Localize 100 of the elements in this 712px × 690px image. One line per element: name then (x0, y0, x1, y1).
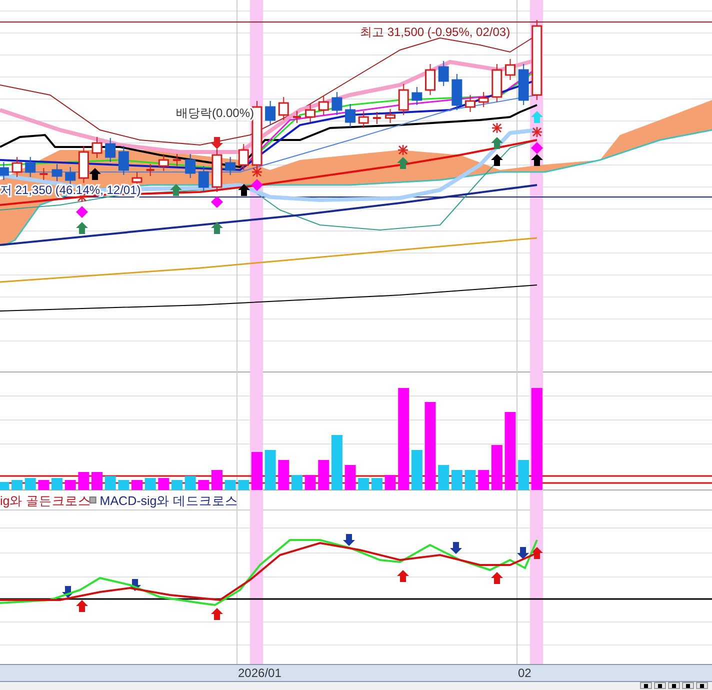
candlestick (438, 60, 449, 86)
candlestick (40, 168, 48, 180)
candlestick (225, 156, 236, 176)
volume-bar (438, 465, 450, 490)
square-icon (699, 684, 705, 688)
up-arrow-icon (211, 608, 223, 620)
candlestick (452, 74, 462, 110)
legend-marker-icon (89, 496, 96, 504)
candlestick (105, 138, 116, 162)
volume-bar (211, 470, 222, 490)
diamond-icon (211, 196, 223, 208)
candlestick (358, 110, 369, 128)
candlestick (278, 96, 289, 120)
up-arrow-icon (531, 154, 543, 166)
up-arrow-icon (491, 572, 503, 584)
volume-bar (238, 480, 250, 490)
up-arrow-icon (76, 600, 88, 612)
volume-bar (411, 450, 422, 490)
volume-bar (158, 478, 170, 490)
candlestick (292, 110, 301, 124)
candlestick (412, 86, 422, 106)
square-icon (671, 684, 677, 688)
volume-bar (371, 478, 382, 490)
volume-bar (358, 478, 370, 490)
square-icon (643, 684, 649, 688)
volume-bar (344, 465, 356, 490)
candlestick (146, 164, 154, 176)
volume-bar (52, 478, 63, 490)
candlestick (465, 94, 476, 112)
candlestick (398, 84, 409, 116)
high-price-label: 최고 31,500 (-0.95%, 02/03) (360, 25, 510, 39)
volume-bar (0, 482, 10, 490)
volume-bar (144, 478, 156, 490)
volume-bar (38, 480, 50, 490)
candlestick (65, 166, 76, 186)
candlestick (0, 162, 9, 180)
volume-bar (24, 478, 36, 490)
volume-bar (478, 470, 490, 490)
volume-bar (331, 435, 342, 490)
up-arrow-icon (397, 157, 409, 169)
down-arrow-icon (211, 137, 223, 149)
volume-bar (451, 470, 462, 490)
candlestick (372, 112, 381, 124)
volume-bar (264, 450, 276, 490)
up-arrow-icon (491, 137, 503, 149)
candlestick (185, 154, 196, 178)
candlestick (492, 64, 502, 102)
candlestick (332, 92, 342, 116)
candlestick (118, 146, 129, 176)
candlestick (345, 104, 356, 128)
volume-bar (278, 460, 290, 490)
volume-bar (304, 475, 316, 490)
asterisk-icon (492, 123, 502, 133)
square-icon (657, 684, 663, 688)
volume-bar (464, 470, 476, 490)
volume-bar (12, 480, 23, 490)
down-arrow-icon (129, 579, 141, 591)
up-arrow-icon (76, 222, 88, 234)
volume-bar (132, 480, 142, 490)
candlestick (12, 156, 22, 178)
volume-bar (64, 480, 76, 490)
down-arrow-icon (343, 534, 355, 546)
diamond-icon (76, 206, 88, 218)
diamond-icon (531, 142, 543, 154)
up-arrow-icon (531, 111, 543, 123)
volume-bar (251, 452, 262, 490)
volume-bar (318, 460, 330, 490)
volume-bar (491, 445, 502, 490)
candlestick (478, 92, 489, 108)
candlestick (518, 64, 529, 106)
candlestick (212, 148, 222, 192)
up-arrow-icon (238, 184, 250, 196)
candlestick (198, 166, 209, 192)
asterisk-icon (252, 167, 262, 177)
square-icon (685, 684, 691, 688)
up-arrow-icon (89, 168, 101, 180)
candlestick (238, 144, 249, 170)
volume-bar (518, 460, 530, 490)
volume-bar (172, 480, 182, 490)
axis-label: 2026/01 (238, 665, 282, 681)
up-arrow-icon (211, 222, 223, 234)
volume-bar (384, 475, 396, 490)
down-arrow-icon (62, 586, 74, 598)
candlestick (318, 96, 329, 116)
candlestick (385, 108, 396, 124)
candlestick (78, 146, 89, 184)
candlestick (25, 156, 36, 178)
low-price-label: 저 21,350 (46.14%, 12/01) (0, 183, 141, 197)
up-arrow-icon (170, 184, 182, 196)
candlestick (305, 104, 316, 122)
candlestick (92, 136, 102, 158)
volume-bar (118, 480, 130, 490)
candlestick (425, 64, 436, 96)
legend-label: MACD-sig와 데드크로스 (100, 494, 238, 508)
diamond-icon (251, 179, 263, 191)
legend-label: ig와 골든크로스 (0, 494, 92, 508)
candlestick (505, 58, 516, 80)
asterisk-icon (398, 145, 408, 155)
down-arrow-icon (517, 547, 529, 559)
asterisk-icon (532, 127, 542, 137)
